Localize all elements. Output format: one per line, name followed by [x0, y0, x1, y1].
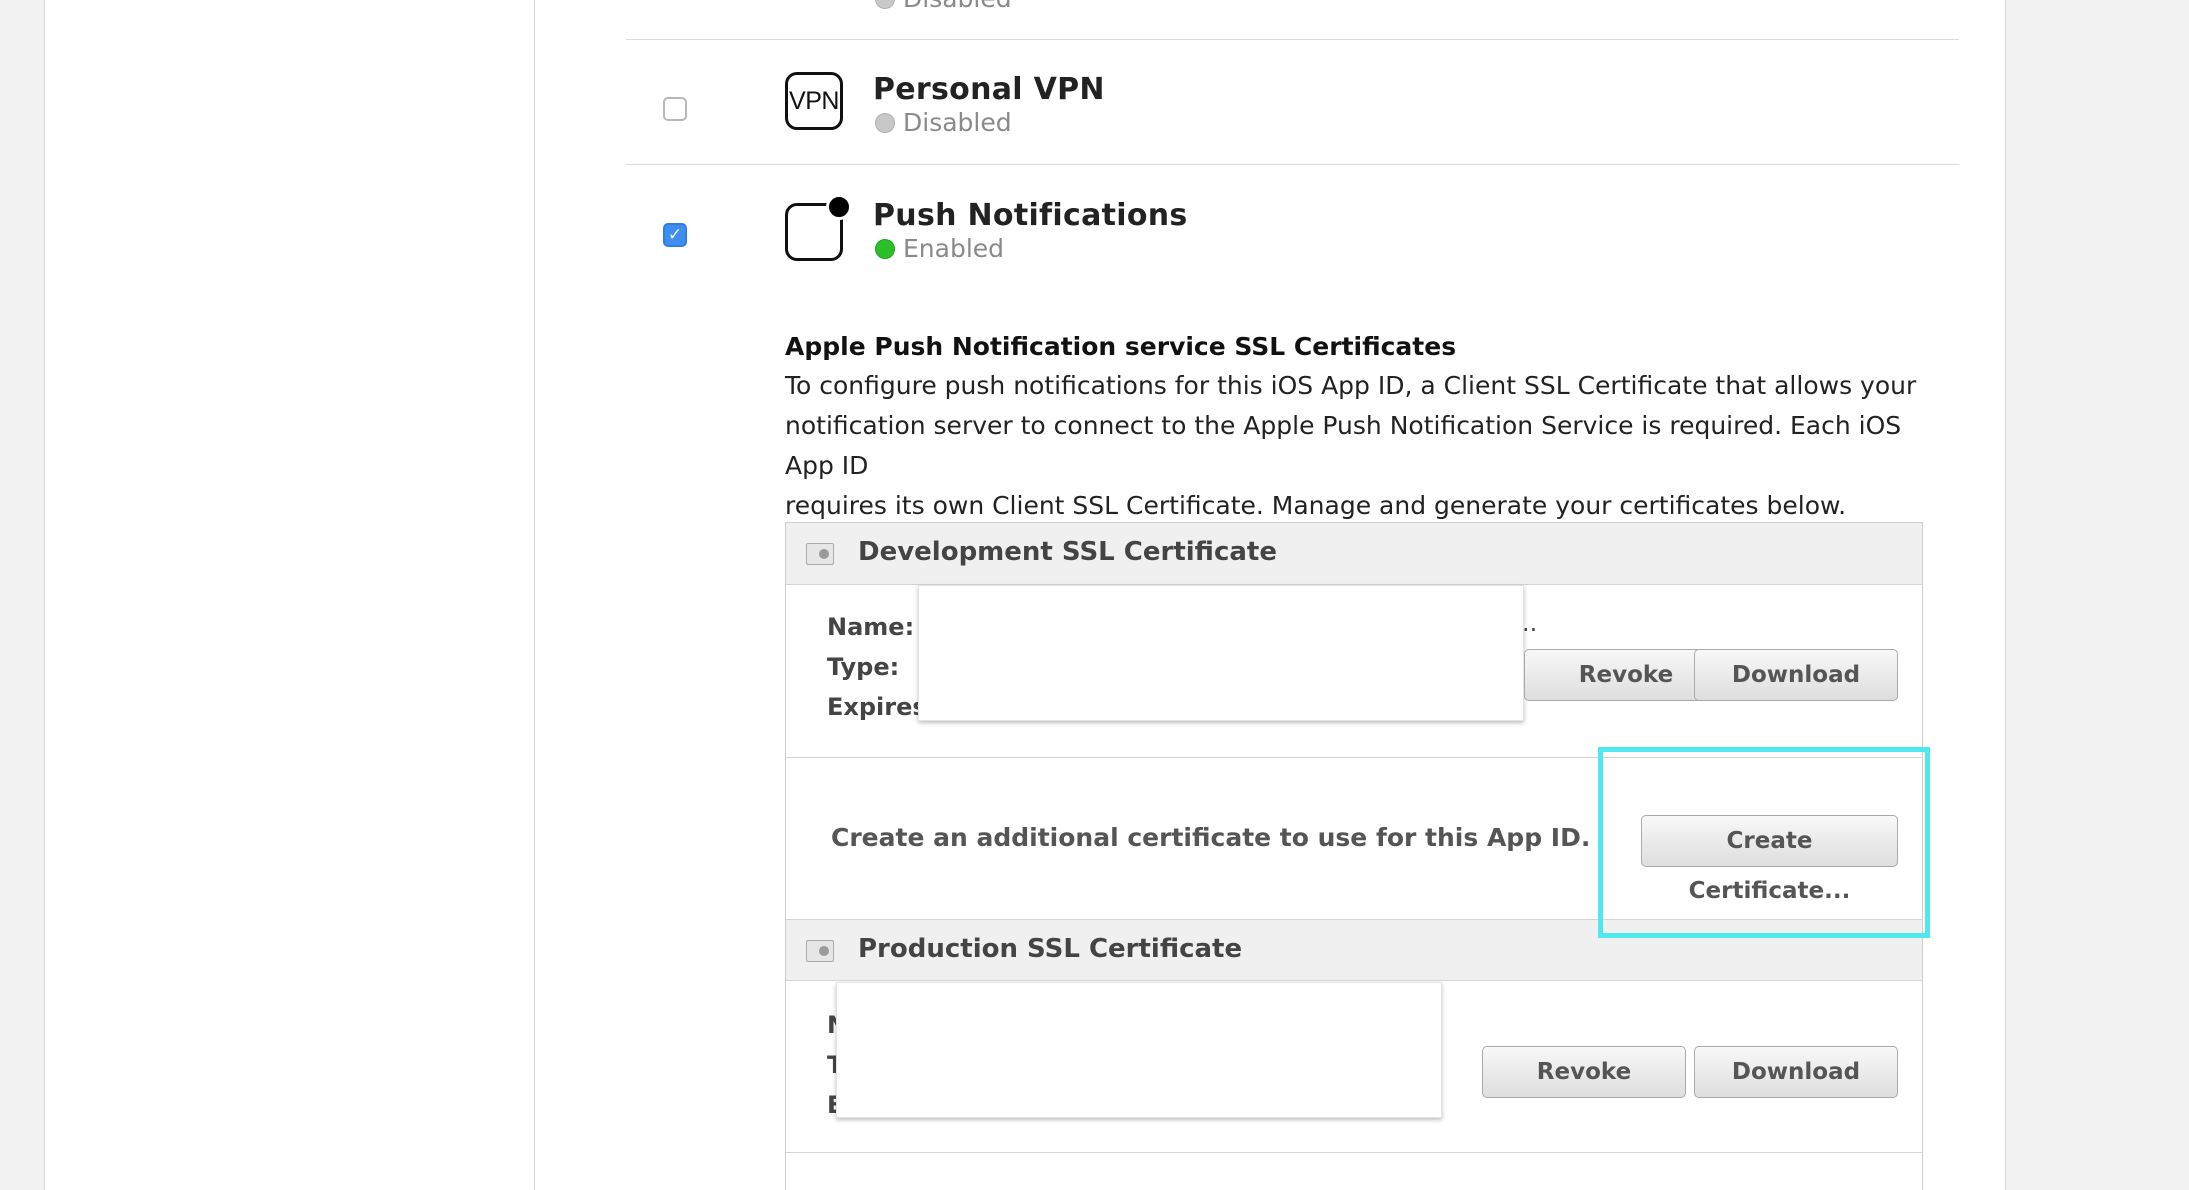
- push-notification-icon: [785, 194, 852, 261]
- redacted-overlay: [918, 585, 1524, 721]
- vpn-icon: VPN: [785, 72, 843, 130]
- dev-name-ellipsis: ..: [1522, 609, 1538, 637]
- highlight-box: [1598, 747, 1930, 938]
- vpn-title: Personal VPN: [873, 72, 1105, 107]
- certificate-icon: [806, 543, 834, 565]
- row-divider: [626, 164, 1959, 165]
- row-divider: [626, 39, 1959, 40]
- vpn-checkbox[interactable]: [663, 97, 687, 121]
- push-checkbox[interactable]: ✓: [663, 223, 687, 247]
- cert-divider: [786, 1152, 1922, 1153]
- prod-revoke-button[interactable]: Revoke: [1482, 1046, 1686, 1098]
- dev-type-label: Type:: [827, 653, 900, 681]
- development-cert-header: Development SSL Certificate: [786, 523, 1922, 585]
- enabled-status-icon: [875, 239, 895, 259]
- apns-description: To configure push notifications for this…: [785, 371, 1917, 520]
- redacted-overlay: [836, 982, 1442, 1118]
- vpn-status: Disabled: [875, 108, 1012, 137]
- push-status: Enabled: [875, 234, 1004, 263]
- dev-download-button[interactable]: Download: [1694, 649, 1898, 701]
- create-cert-text: Create an additional certificate to use …: [831, 823, 1591, 852]
- disabled-status-icon: [875, 0, 895, 9]
- certificate-icon: [806, 940, 834, 962]
- dev-name-label: Name:: [827, 613, 915, 641]
- partial-service-status: Disabled: [875, 0, 1012, 13]
- disabled-status-icon: [875, 113, 895, 133]
- push-title: Push Notifications: [873, 198, 1188, 233]
- sidebar-divider: [534, 0, 535, 1190]
- apns-section-title: Apple Push Notification service SSL Cert…: [785, 332, 1457, 361]
- notification-badge-icon: [826, 194, 852, 220]
- dev-expires-label: Expires: [827, 693, 927, 721]
- prod-download-button[interactable]: Download: [1694, 1046, 1898, 1098]
